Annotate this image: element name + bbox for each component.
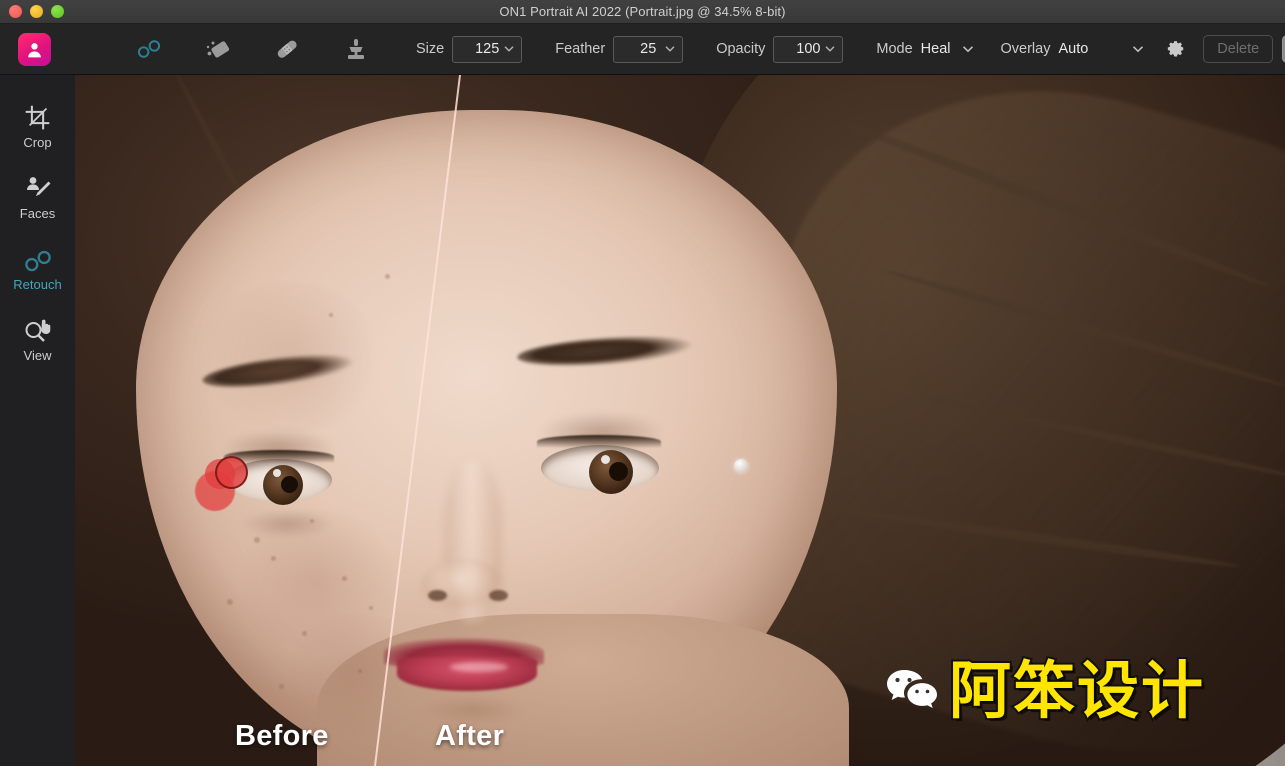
feather-value: 25 [640, 41, 657, 57]
blemish [309, 518, 314, 523]
mode-control[interactable]: Mode Heal [876, 40, 974, 58]
sidebar-item-label: Crop [23, 135, 52, 150]
sidebar-item-view[interactable]: View [0, 314, 75, 363]
feather-control: Feather 25 [555, 35, 684, 63]
overlay-label: Overlay [1000, 41, 1051, 57]
eraser-icon [206, 41, 230, 58]
left-tool-sidebar: Crop Faces Retouch View [0, 75, 75, 766]
watermark-text: 阿笨设计 [947, 654, 1206, 727]
size-label: Size [416, 41, 445, 57]
opacity-label: Opacity [716, 41, 766, 57]
chevron-down-icon [504, 40, 514, 56]
clone-stamp-tool[interactable] [341, 34, 371, 64]
sidebar-item-label: View [23, 348, 52, 363]
blemish [254, 536, 261, 543]
feather-label: Feather [555, 41, 606, 57]
nostril-left [428, 589, 448, 601]
delete-button[interactable]: Delete [1203, 35, 1274, 63]
overlay-value: Auto [1058, 41, 1089, 57]
mode-value: Heal [920, 41, 951, 57]
overlay-control[interactable]: Overlay Auto [1000, 40, 1144, 58]
wechat-icon [885, 668, 939, 715]
feather-input[interactable]: 25 [613, 35, 684, 63]
retouch-icon [23, 243, 53, 273]
chevron-down-icon[interactable] [1132, 40, 1144, 58]
action-buttons: Delete Done [1203, 35, 1285, 63]
sidebar-item-crop[interactable]: Crop [0, 101, 75, 150]
faces-icon [24, 172, 52, 202]
pupil-right [608, 461, 628, 481]
sidebar-item-retouch[interactable]: Retouch [0, 243, 75, 292]
view-icon [23, 314, 52, 344]
minimize-button[interactable] [30, 5, 43, 18]
sidebar-item-faces[interactable]: Faces [0, 172, 75, 221]
size-input[interactable]: 125 [452, 35, 523, 63]
opacity-value: 100 [796, 41, 821, 57]
eyelash-right [537, 435, 662, 448]
close-button[interactable] [9, 5, 22, 18]
sidebar-item-label: Retouch [13, 277, 62, 292]
perfect-eraser-tool[interactable] [134, 34, 164, 64]
tool-settings-button[interactable] [1162, 37, 1187, 62]
after-label: After [435, 720, 505, 752]
brush-size-indicator [215, 456, 248, 489]
gear-icon [1168, 40, 1184, 56]
opacity-input[interactable]: 100 [773, 35, 844, 63]
blemish [227, 598, 234, 605]
window-title: ON1 Portrait AI 2022 (Portrait.jpg @ 34.… [499, 4, 786, 19]
neck [317, 613, 850, 766]
blemish [384, 274, 390, 279]
window-titlebar: ON1 Portrait AI 2022 (Portrait.jpg @ 34.… [0, 0, 1285, 24]
sidebar-item-label: Faces [19, 206, 56, 221]
chevron-down-icon [665, 40, 675, 56]
tool-options-bar: Size 125 Feather 25 Opacity 100 Mode Hea… [0, 24, 1285, 75]
image-canvas[interactable]: Before After 阿笨设计 [75, 75, 1285, 766]
crop-icon [24, 101, 51, 131]
portrait-ai-app-icon [18, 32, 51, 66]
earring [734, 458, 749, 473]
traffic-light-buttons [0, 5, 64, 18]
retouch-brush-tool[interactable] [203, 34, 233, 64]
chevron-down-icon [825, 40, 835, 56]
size-value: 125 [475, 41, 500, 57]
tool-parameter-controls: Size 125 Feather 25 Opacity 100 Mode Hea… [416, 35, 1187, 63]
mode-label: Mode [876, 41, 913, 57]
opacity-control: Opacity 100 [716, 35, 844, 63]
blemish [271, 555, 277, 561]
chevron-down-icon[interactable] [962, 40, 974, 58]
retouch-tool-group [134, 34, 371, 64]
zoom-button[interactable] [51, 5, 64, 18]
red-brush-cursor [195, 453, 275, 523]
nose-tip [419, 558, 506, 617]
before-label: Before [235, 720, 329, 752]
stamp-icon [348, 39, 364, 59]
bandaid-icon [277, 40, 297, 58]
two-circles-icon [137, 40, 161, 58]
healing-brush-tool[interactable] [272, 34, 302, 64]
skin-texture [196, 282, 386, 433]
size-control: Size 125 [416, 35, 523, 63]
watermark: 阿笨设计 [885, 654, 1206, 727]
